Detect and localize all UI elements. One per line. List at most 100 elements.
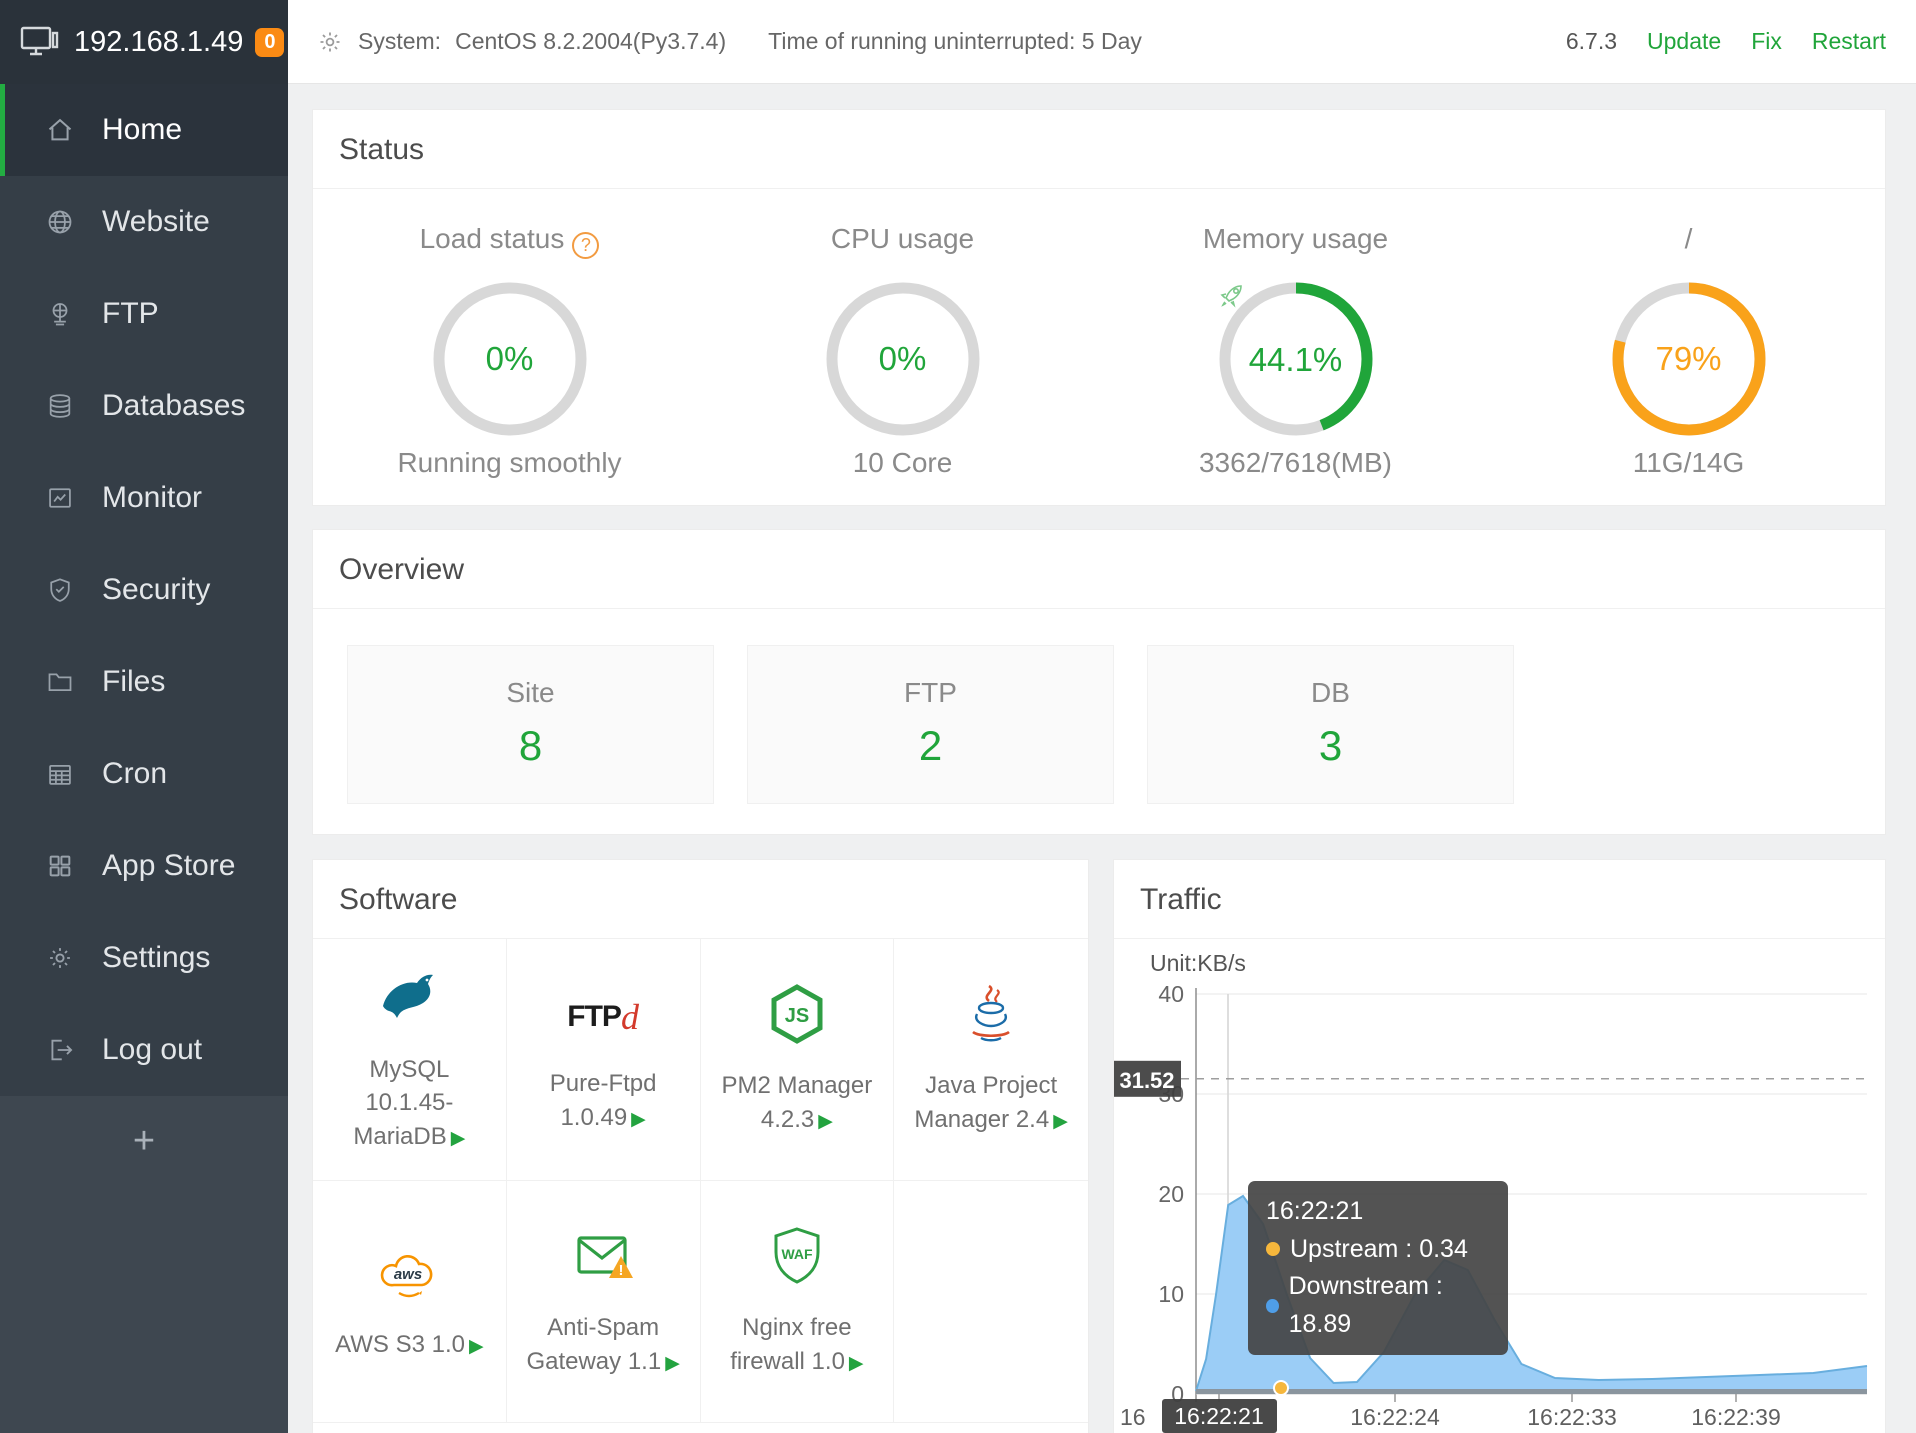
software-name: PM2 Manager 4.2.3 bbox=[722, 1072, 873, 1133]
software-panel: Software MySQL 10.1.45-MariaDB▶ FTPd Pur… bbox=[312, 859, 1089, 1433]
sidebar-item-cron[interactable]: Cron bbox=[0, 728, 288, 820]
system-label: System: bbox=[358, 28, 441, 55]
calendar-icon bbox=[45, 759, 75, 789]
gauge-value: 79% bbox=[1655, 340, 1721, 378]
running-icon: ▶ bbox=[451, 1128, 466, 1149]
sidebar-item-files[interactable]: Files bbox=[0, 636, 288, 728]
svg-text:20: 20 bbox=[1158, 1181, 1184, 1207]
overview-box-label: DB bbox=[1148, 677, 1513, 709]
software-item-pure-ftpd[interactable]: FTPd Pure-Ftpd 1.0.49▶ bbox=[507, 939, 701, 1181]
svg-text:16:22:39: 16:22:39 bbox=[1691, 1404, 1781, 1430]
ftp-globe-stand-icon bbox=[45, 299, 75, 329]
pure-ftpd-icon: FTPd bbox=[567, 985, 639, 1049]
globe-icon bbox=[45, 207, 75, 237]
running-icon: ▶ bbox=[665, 1353, 680, 1374]
site-count-box[interactable]: Site 8 bbox=[347, 645, 714, 804]
software-name: Anti-Spam Gateway 1.1 bbox=[526, 1314, 661, 1375]
sidebar-item-monitor[interactable]: Monitor bbox=[0, 452, 288, 544]
topbar: System: CentOS 8.2.2004(Py3.7.4) Time of… bbox=[288, 0, 1916, 84]
svg-text:16: 16 bbox=[1120, 1404, 1146, 1430]
gauge-value: 0% bbox=[879, 340, 927, 378]
sidebar-item-databases[interactable]: Databases bbox=[0, 360, 288, 452]
help-icon[interactable]: ? bbox=[572, 232, 599, 259]
sidebar-item-app-store[interactable]: App Store bbox=[0, 820, 288, 912]
svg-text:aws: aws bbox=[394, 1266, 422, 1283]
overview-box-label: Site bbox=[348, 677, 713, 709]
svg-text:40: 40 bbox=[1158, 981, 1184, 1007]
db-count-box[interactable]: DB 3 bbox=[1147, 645, 1514, 804]
aws-s3-icon: aws bbox=[377, 1241, 441, 1310]
software-title: Software bbox=[313, 860, 1088, 939]
svg-text:31.52: 31.52 bbox=[1119, 1068, 1174, 1093]
sidebar-item-ftp[interactable]: FTP bbox=[0, 268, 288, 360]
system-value: CentOS 8.2.2004(Py3.7.4) bbox=[455, 28, 726, 55]
gauge-sub-label: 11G/14G bbox=[1492, 447, 1885, 479]
overview-box-label: FTP bbox=[748, 677, 1113, 709]
gear-icon bbox=[45, 943, 75, 973]
sidebar-item-label: Home bbox=[102, 113, 182, 147]
database-icon bbox=[45, 391, 75, 421]
cpu-usage-gauge: CPU usage 0% 10 Core bbox=[706, 223, 1099, 479]
sidebar-item-label: Settings bbox=[102, 941, 210, 975]
software-item-java[interactable]: Java Project Manager 2.4▶ bbox=[894, 939, 1088, 1181]
add-menu-button[interactable]: + bbox=[0, 1096, 288, 1186]
software-item-aws-s3[interactable]: aws AWS S3 1.0▶ bbox=[313, 1181, 507, 1423]
gauge-label: CPU usage bbox=[831, 223, 974, 254]
home-icon bbox=[45, 115, 75, 145]
gauge-sub-label: Running smoothly bbox=[313, 447, 706, 479]
software-item-waf[interactable]: WAF Nginx free firewall 1.0▶ bbox=[701, 1181, 895, 1423]
app-grid-icon bbox=[45, 851, 75, 881]
pm2-icon: JS bbox=[765, 982, 829, 1051]
svg-text:16:22:21: 16:22:21 bbox=[1174, 1403, 1264, 1429]
sidebar-item-label: Files bbox=[102, 665, 165, 699]
software-item-mysql[interactable]: MySQL 10.1.45-MariaDB▶ bbox=[313, 939, 507, 1181]
update-link[interactable]: Update bbox=[1647, 28, 1721, 55]
software-item-anti-spam[interactable]: ! Anti-Spam Gateway 1.1▶ bbox=[507, 1181, 701, 1423]
software-name: AWS S3 1.0 bbox=[335, 1331, 465, 1358]
traffic-panel: Traffic Unit:KB/s 01020304031.521616:22:… bbox=[1113, 859, 1886, 1433]
sidebar-item-security[interactable]: Security bbox=[0, 544, 288, 636]
svg-text:WAF: WAF bbox=[781, 1246, 813, 1262]
system-gear-icon bbox=[318, 30, 342, 54]
svg-text:!: ! bbox=[619, 1262, 624, 1279]
gauge-value: 0% bbox=[486, 340, 534, 378]
gauge-label: Memory usage bbox=[1203, 223, 1388, 254]
tooltip-downstream: Downstream : 18.89 bbox=[1289, 1268, 1490, 1343]
software-name: Nginx free firewall 1.0 bbox=[730, 1314, 851, 1375]
gauge-label: Load status bbox=[420, 223, 565, 254]
svg-text:16:22:24: 16:22:24 bbox=[1350, 1404, 1440, 1430]
running-icon: ▶ bbox=[849, 1353, 864, 1374]
software-item-pm2[interactable]: JS PM2 Manager 4.2.3▶ bbox=[701, 939, 895, 1181]
running-icon: ▶ bbox=[818, 1111, 833, 1132]
memory-usage-gauge: Memory usage 44.1% 3362/7618(MB) bbox=[1099, 223, 1492, 479]
running-icon: ▶ bbox=[631, 1109, 646, 1130]
java-icon bbox=[959, 982, 1023, 1051]
sidebar-item-label: Cron bbox=[102, 757, 167, 791]
sidebar: Home Website FTP Databases Monitor Secur… bbox=[0, 84, 288, 1433]
sidebar-item-label: Security bbox=[102, 573, 210, 607]
fix-link[interactable]: Fix bbox=[1751, 28, 1782, 55]
sidebar-item-logout[interactable]: Log out bbox=[0, 1004, 288, 1096]
software-name: MySQL 10.1.45-MariaDB bbox=[353, 1056, 453, 1150]
sidebar-item-label: Website bbox=[102, 205, 210, 239]
restart-link[interactable]: Restart bbox=[1812, 28, 1886, 55]
software-item-empty bbox=[894, 1181, 1088, 1423]
sidebar-item-settings[interactable]: Settings bbox=[0, 912, 288, 1004]
sidebar-item-label: Log out bbox=[102, 1033, 202, 1067]
svg-text:10: 10 bbox=[1158, 1281, 1184, 1307]
downstream-dot-icon bbox=[1266, 1299, 1279, 1313]
ftp-count-box[interactable]: FTP 2 bbox=[747, 645, 1114, 804]
message-count-badge[interactable]: 0 bbox=[255, 28, 284, 57]
monitor-chart-icon bbox=[45, 483, 75, 513]
monitor-icon bbox=[20, 25, 60, 59]
uptime-text: Time of running uninterrupted: 5 Day bbox=[768, 28, 1142, 55]
anti-spam-icon: ! bbox=[571, 1224, 635, 1293]
server-ip: 192.168.1.49 bbox=[74, 26, 243, 59]
logout-icon bbox=[45, 1035, 75, 1065]
server-identity[interactable]: 192.168.1.49 0 bbox=[0, 0, 288, 84]
panel-version: 6.7.3 bbox=[1566, 28, 1617, 55]
sidebar-item-home[interactable]: Home bbox=[0, 84, 288, 176]
overview-box-value: 3 bbox=[1148, 722, 1513, 770]
status-panel: Status Load status? 0% Running smoothly … bbox=[312, 109, 1886, 506]
sidebar-item-website[interactable]: Website bbox=[0, 176, 288, 268]
